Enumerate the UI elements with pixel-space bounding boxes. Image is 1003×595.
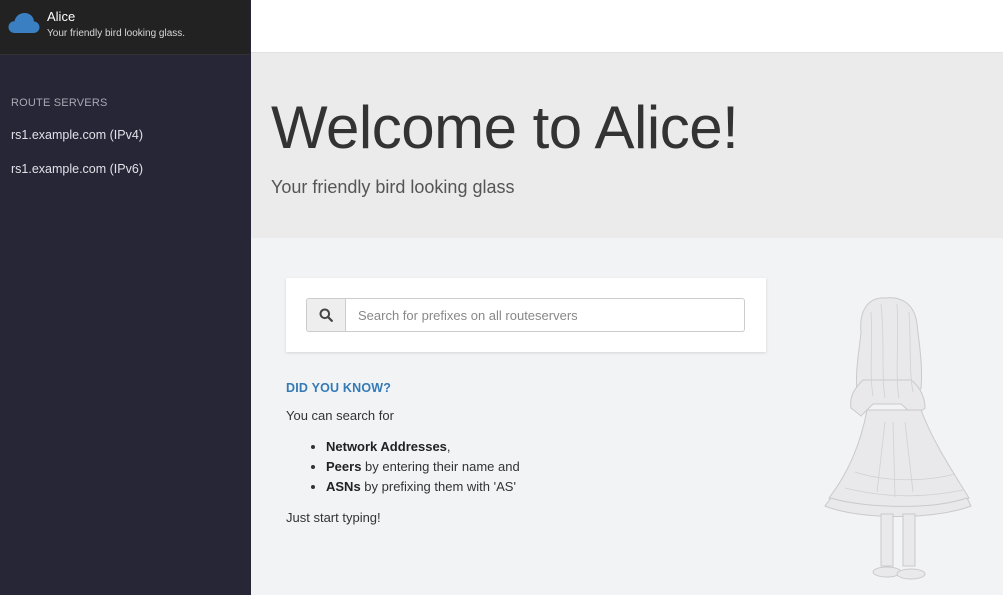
brand-title: Alice: [47, 9, 76, 24]
brand-header[interactable]: Alice Your friendly bird looking glass.: [0, 0, 250, 55]
did-you-know-intro: You can search for: [286, 408, 394, 423]
did-you-know-outro: Just start typing!: [286, 510, 381, 525]
cloud-logo-icon: [8, 13, 40, 33]
search-card: [286, 278, 766, 352]
tip-strong: ASNs: [326, 479, 361, 494]
tip-text: ,: [446, 439, 451, 454]
top-navbar: [251, 0, 1003, 53]
tip-text: by entering their name and: [361, 459, 520, 474]
alice-illustration-icon: [824, 297, 972, 580]
tip-strong: Peers: [326, 459, 362, 474]
search-input[interactable]: [345, 298, 745, 332]
search-tips-list: Network Addresses, Peers by entering the…: [326, 437, 766, 497]
brand-subtitle: Your friendly bird looking glass.: [47, 28, 186, 39]
welcome-jumbotron: Welcome to Alice! Your friendly bird loo…: [251, 53, 1003, 238]
tip-text: by prefixing them with 'AS': [360, 479, 516, 494]
page-title: Welcome to Alice!: [271, 94, 739, 161]
sidebar-item-rs1-ipv6[interactable]: rs1.example.com (IPv6): [11, 162, 143, 176]
search-input-group: [306, 298, 745, 332]
sidebar: Alice Your friendly bird looking glass. …: [0, 0, 251, 595]
search-icon[interactable]: [306, 298, 345, 332]
list-item: Peers by entering their name and: [326, 457, 766, 477]
page-subtitle: Your friendly bird looking glass: [271, 177, 515, 197]
tip-strong: Network Addresses: [326, 439, 447, 454]
did-you-know-heading: DID YOU KNOW?: [286, 381, 392, 395]
list-item: ASNs by prefixing them with 'AS': [326, 477, 766, 497]
route-servers-heading: ROUTE SERVERS: [11, 97, 108, 109]
did-you-know-section: DID YOU KNOW? You can search for Network…: [286, 381, 766, 525]
list-item: Network Addresses,: [326, 437, 766, 457]
sidebar-item-rs1-ipv4[interactable]: rs1.example.com (IPv4): [11, 128, 143, 142]
